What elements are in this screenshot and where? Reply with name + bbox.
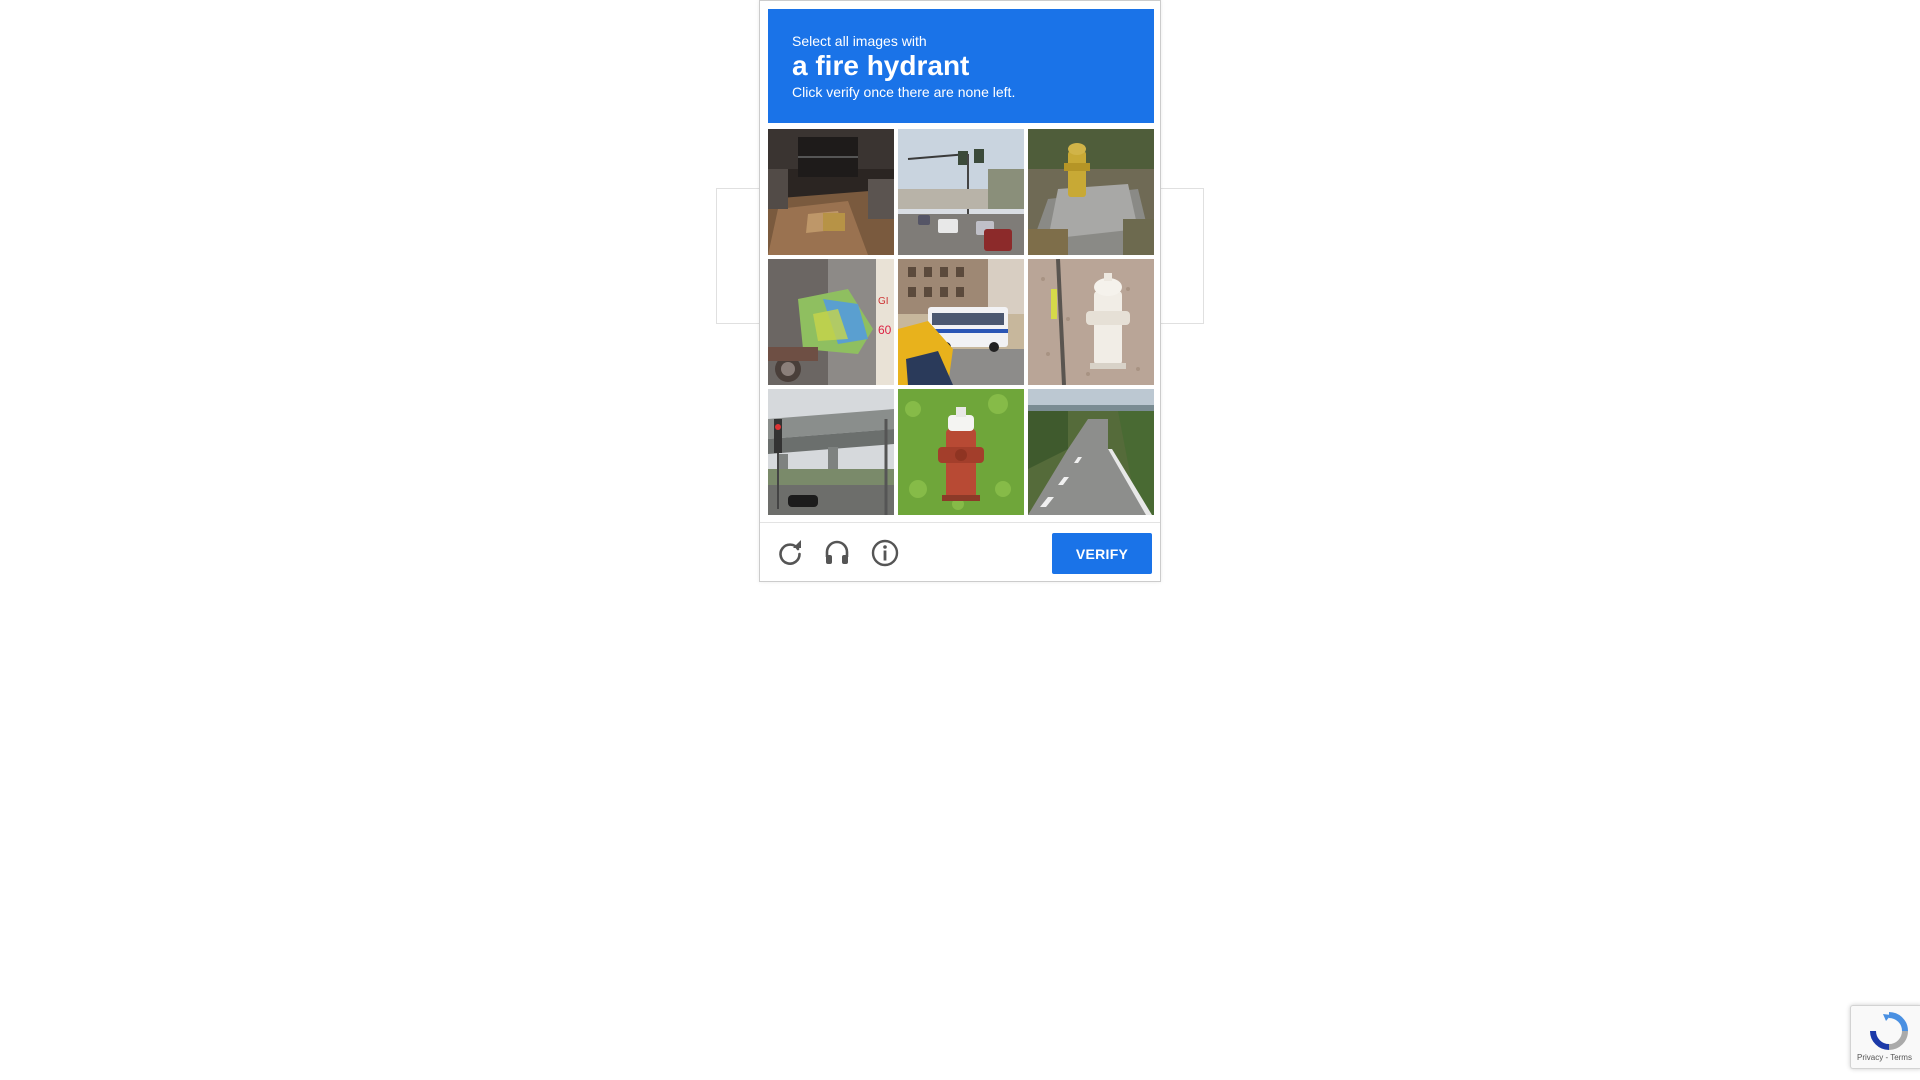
tile-image-white-hydrant [1028, 259, 1154, 385]
help-button[interactable] [870, 538, 900, 568]
image-tile-6[interactable] [1028, 259, 1154, 385]
reload-button[interactable] [775, 538, 805, 568]
tile-image-street [898, 129, 1024, 255]
tile-image-red-hydrant [898, 389, 1024, 515]
svg-text:60: 60 [878, 323, 892, 337]
tile-image-yellow-hydrant [1028, 129, 1154, 255]
image-tile-7[interactable] [768, 389, 894, 515]
privacy-terms-link[interactable]: Privacy - Terms [1857, 1053, 1912, 1062]
tile-image-bus [898, 259, 1024, 385]
headphones-icon [825, 540, 849, 564]
challenge-footer: VERIFY [760, 522, 1160, 582]
image-tile-5[interactable] [898, 259, 1024, 385]
tile-image-overpass [768, 389, 894, 515]
image-tile-2[interactable] [898, 129, 1024, 255]
info-icon [871, 539, 899, 567]
audio-challenge-button[interactable] [822, 538, 852, 568]
tile-image-cafe [768, 129, 894, 255]
image-tile-4[interactable]: GI 60 [768, 259, 894, 385]
svg-text:GI: GI [878, 296, 889, 307]
verify-button[interactable]: VERIFY [1052, 533, 1152, 574]
image-tile-8[interactable] [898, 389, 1024, 515]
image-tile-1[interactable] [768, 129, 894, 255]
reload-icon [779, 540, 801, 565]
tile-image-road [1028, 389, 1154, 515]
challenge-header: Select all images with a fire hydrant Cl… [768, 9, 1154, 123]
challenge-target: a fire hydrant [792, 50, 970, 81]
tile-image-scooter: GI 60 [768, 259, 894, 385]
image-tile-3[interactable] [1028, 129, 1154, 255]
recaptcha-badge[interactable]: Privacy - Terms [1850, 1005, 1920, 1069]
image-grid: GI 60 [768, 129, 1154, 515]
recaptcha-logo-icon [1870, 1012, 1908, 1050]
recaptcha-challenge: Select all images with a fire hydrant Cl… [759, 0, 1161, 582]
challenge-instruction: Select all images with [792, 33, 927, 49]
challenge-hint: Click verify once there are none left. [792, 84, 1016, 100]
image-tile-9[interactable] [1028, 389, 1154, 515]
